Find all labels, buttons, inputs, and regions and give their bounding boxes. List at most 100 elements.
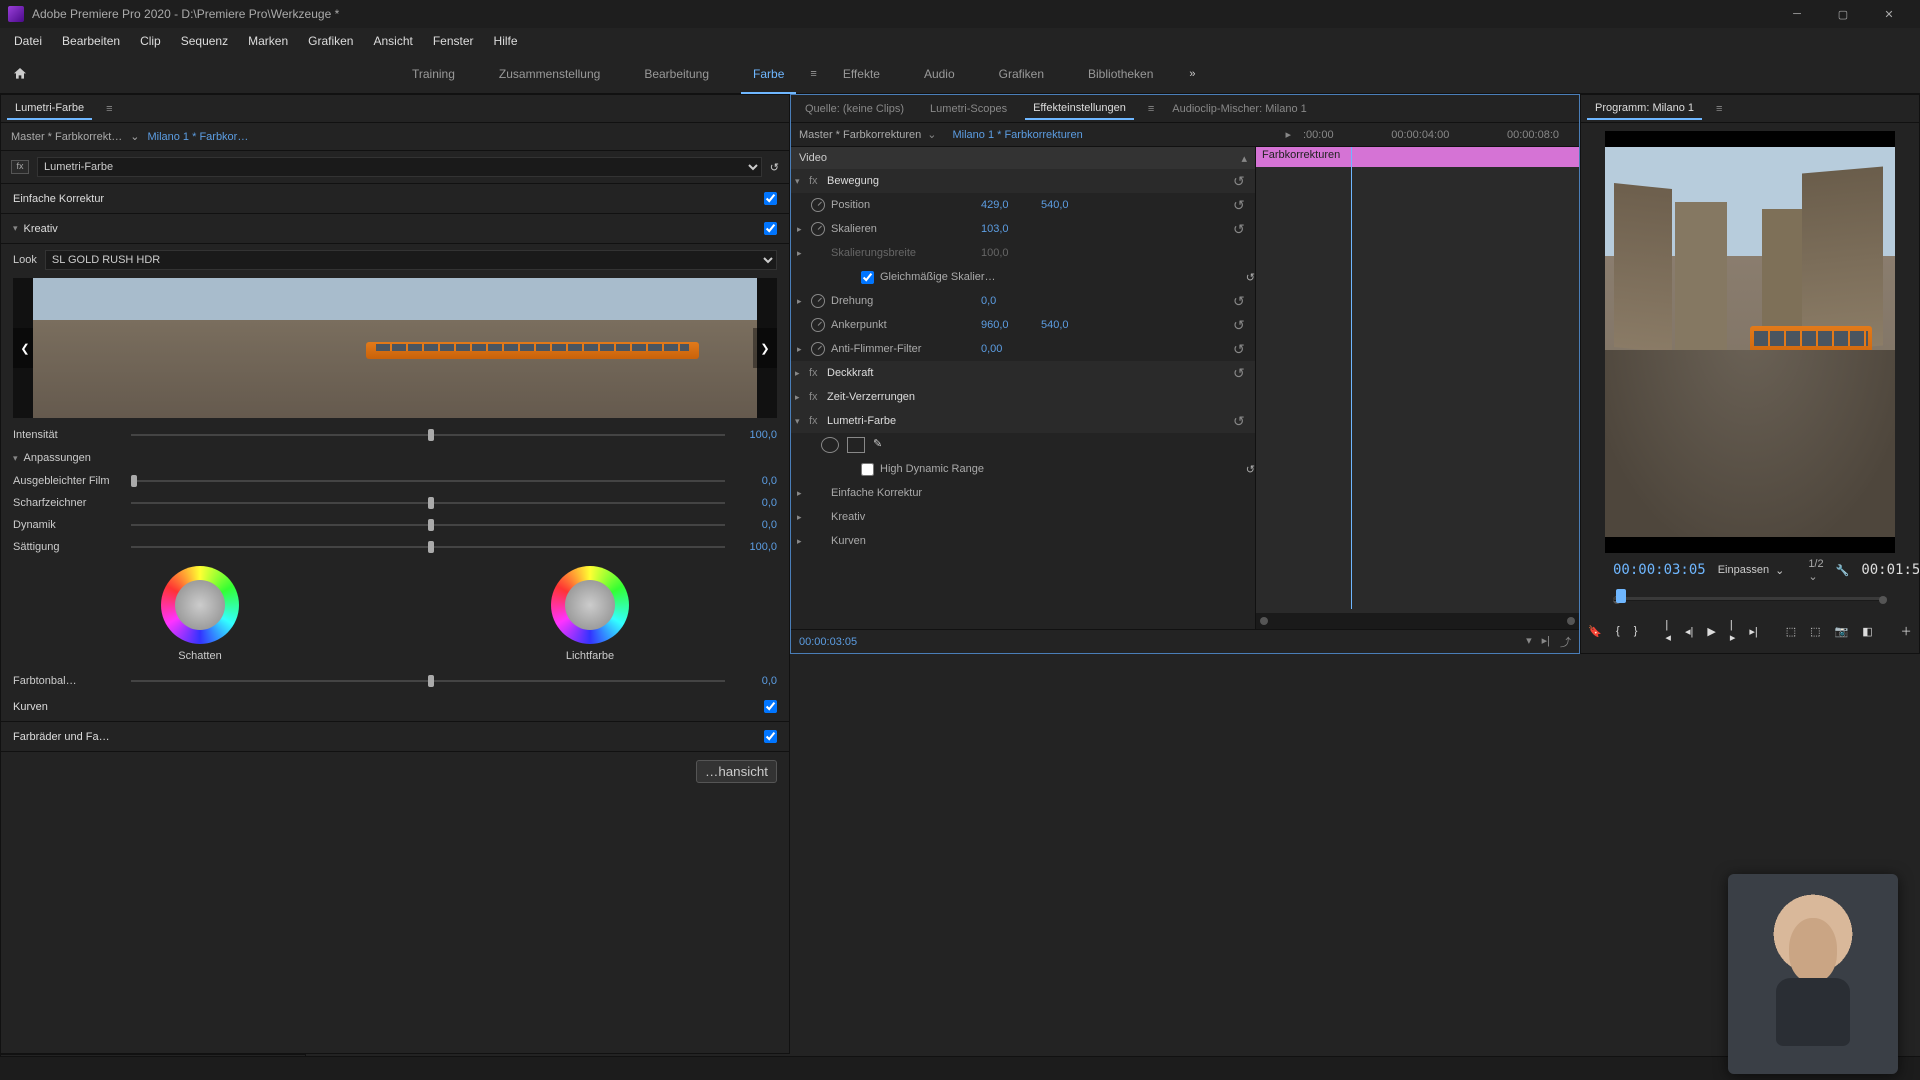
lumetri-wheels-section[interactable]: Farbräder und Fa… xyxy=(1,722,789,752)
twirl-icon[interactable]: ▸ xyxy=(795,392,809,403)
basic-correction-toggle[interactable] xyxy=(764,192,777,205)
program-timecode-in[interactable]: 00:00:03:05 xyxy=(1613,562,1706,578)
comparison-view-button[interactable]: ◧ xyxy=(1862,619,1872,643)
ec-playhead[interactable] xyxy=(1351,147,1352,609)
fx-time-header[interactable]: ▸fx Zeit-Verzerrungen xyxy=(791,385,1255,409)
anchor-y[interactable]: 540,0 xyxy=(1041,319,1101,331)
reset-icon[interactable]: ↺ xyxy=(770,161,779,174)
position-x[interactable]: 429,0 xyxy=(981,199,1041,211)
ec-sequence-clip[interactable]: Milano 1 * Farbkorrekturen xyxy=(952,129,1082,141)
go-to-out-button[interactable]: ▸| xyxy=(1749,619,1757,643)
menu-grafiken[interactable]: Grafiken xyxy=(298,30,363,52)
twirl-icon[interactable]: ▸ xyxy=(797,344,811,355)
collapse-icon[interactable]: ▴ xyxy=(1241,152,1247,165)
step-icon[interactable]: ▸| xyxy=(1542,634,1550,650)
program-playhead[interactable] xyxy=(1616,589,1626,603)
go-to-in-button[interactable]: |◂ xyxy=(1665,619,1671,643)
reset-icon[interactable]: ↺ xyxy=(1233,365,1249,382)
step-back-button[interactable]: ◂| xyxy=(1685,619,1693,643)
lumetri-creative-row[interactable]: ▸ Kreativ xyxy=(791,505,1255,529)
tab-lumetri-scopes[interactable]: Lumetri-Scopes xyxy=(922,99,1015,119)
hdr-checkbox[interactable] xyxy=(861,463,874,476)
menu-datei[interactable]: Datei xyxy=(4,30,52,52)
stopwatch-icon[interactable] xyxy=(811,294,825,308)
look-select[interactable]: SL GOLD RUSH HDR xyxy=(45,250,777,270)
tab-source[interactable]: Quelle: (keine Clips) xyxy=(797,99,912,119)
saturation-value[interactable]: 100,0 xyxy=(733,541,777,553)
antiflicker-value[interactable]: 0,00 xyxy=(981,343,1041,355)
lumetri-creative-section[interactable]: ▾ Kreativ xyxy=(1,214,789,244)
lumetri-basic-section[interactable]: Einfache Korrektur xyxy=(1,184,789,214)
twirl-icon[interactable]: ▸ xyxy=(797,248,811,259)
reset-icon[interactable]: ↺ xyxy=(1233,293,1249,310)
menu-clip[interactable]: Clip xyxy=(130,30,171,52)
menu-marken[interactable]: Marken xyxy=(238,30,298,52)
program-scrubber[interactable] xyxy=(1613,587,1887,609)
stopwatch-icon[interactable] xyxy=(811,342,825,356)
sharpen-value[interactable]: 0,0 xyxy=(733,497,777,509)
twirl-icon[interactable]: ▸ xyxy=(797,536,811,547)
ec-master-clip[interactable]: Master * Farbkorrekturen xyxy=(799,129,921,141)
workspace-color[interactable]: Farbe xyxy=(731,67,806,81)
anchor-x[interactable]: 960,0 xyxy=(981,319,1041,331)
twirl-icon[interactable]: ▸ xyxy=(797,512,811,523)
zoom-fit-dropdown[interactable]: Einpassen ⌄ xyxy=(1718,564,1785,577)
rotation-value[interactable]: 0,0 xyxy=(981,295,1041,307)
workspace-graphics[interactable]: Grafiken xyxy=(977,67,1066,81)
workspace-menu-icon[interactable]: ≡ xyxy=(810,68,816,80)
stopwatch-icon[interactable] xyxy=(811,222,825,236)
close-button[interactable]: ✕ xyxy=(1866,0,1912,28)
fx-lumetri-header[interactable]: ▾fx Lumetri-Farbe ↺ xyxy=(791,409,1255,433)
reset-icon[interactable]: ↺ xyxy=(1246,271,1255,284)
chevron-down-icon[interactable]: ⌄ xyxy=(927,128,936,141)
intensity-slider[interactable] xyxy=(131,434,725,436)
export-frame-button[interactable]: 📷 xyxy=(1835,619,1849,643)
workspace-assembly[interactable]: Zusammenstellung xyxy=(477,67,622,81)
scale-value[interactable]: 103,0 xyxy=(981,223,1041,235)
twirl-icon[interactable]: ▾ xyxy=(13,453,18,464)
lumetri-master[interactable]: Master * Farbkorrekt… xyxy=(11,131,122,143)
menu-fenster[interactable]: Fenster xyxy=(423,30,484,52)
reset-icon[interactable]: ↺ xyxy=(1233,341,1249,358)
pen-mask-button[interactable]: ✎ xyxy=(873,437,891,453)
faded-film-value[interactable]: 0,0 xyxy=(733,475,777,487)
play-button[interactable]: ▶ xyxy=(1707,619,1715,643)
reset-icon[interactable]: ↺ xyxy=(1233,173,1249,190)
twirl-icon[interactable]: ▸ xyxy=(797,296,811,307)
lumetri-curves-section[interactable]: Kurven xyxy=(1,692,789,722)
twirl-icon[interactable]: ▾ xyxy=(13,223,18,234)
tab-audio-mixer[interactable]: Audioclip-Mischer: Milano 1 xyxy=(1164,99,1315,119)
workspace-overflow-icon[interactable]: » xyxy=(1175,68,1209,80)
comparison-view-button[interactable]: …hansicht xyxy=(696,760,777,783)
wrench-icon[interactable]: 🔧 xyxy=(1836,564,1850,577)
highlight-tint-wheel[interactable]: Lichtfarbe xyxy=(546,566,634,662)
lumetri-basic-row[interactable]: ▸ Einfache Korrektur xyxy=(791,481,1255,505)
panel-menu-icon[interactable]: ≡ xyxy=(1148,103,1154,115)
intensity-value[interactable]: 100,0 xyxy=(733,429,777,441)
look-next-button[interactable]: ❯ xyxy=(753,328,777,368)
panel-menu-icon[interactable]: ≡ xyxy=(1716,103,1722,115)
tint-balance-slider[interactable] xyxy=(131,680,725,682)
lumetri-sequence[interactable]: Milano 1 * Farbkor… xyxy=(147,131,248,143)
menu-hilfe[interactable]: Hilfe xyxy=(484,30,528,52)
video-section-header[interactable]: Video ▴ xyxy=(791,147,1255,169)
twirl-icon[interactable]: ▸ xyxy=(797,224,811,235)
workspace-audio[interactable]: Audio xyxy=(902,67,977,81)
reset-icon[interactable]: ↺ xyxy=(1233,413,1249,430)
chevron-down-icon[interactable]: ⌄ xyxy=(130,130,139,143)
program-tab[interactable]: Programm: Milano 1 xyxy=(1587,98,1702,120)
reset-icon[interactable]: ↺ xyxy=(1233,197,1249,214)
ellipse-mask-button[interactable] xyxy=(821,437,839,453)
workspace-editing[interactable]: Bearbeitung xyxy=(622,67,731,81)
mark-in-button[interactable]: { xyxy=(1616,619,1620,643)
reset-icon[interactable]: ↺ xyxy=(1233,221,1249,238)
twirl-icon[interactable]: ▸ xyxy=(797,488,811,499)
export-icon[interactable]: ⤴ xyxy=(1560,634,1571,650)
resolution-dropdown[interactable]: 1/2 ⌄ xyxy=(1808,558,1823,583)
menu-sequenz[interactable]: Sequenz xyxy=(171,30,238,52)
workspace-effects[interactable]: Effekte xyxy=(821,67,902,81)
tab-effect-controls[interactable]: Effekteinstellungen xyxy=(1025,98,1134,120)
twirl-icon[interactable]: ▸ xyxy=(795,368,809,379)
wheels-toggle[interactable] xyxy=(764,730,777,743)
adjustments-header[interactable]: ▾ Anpassungen xyxy=(1,446,789,470)
